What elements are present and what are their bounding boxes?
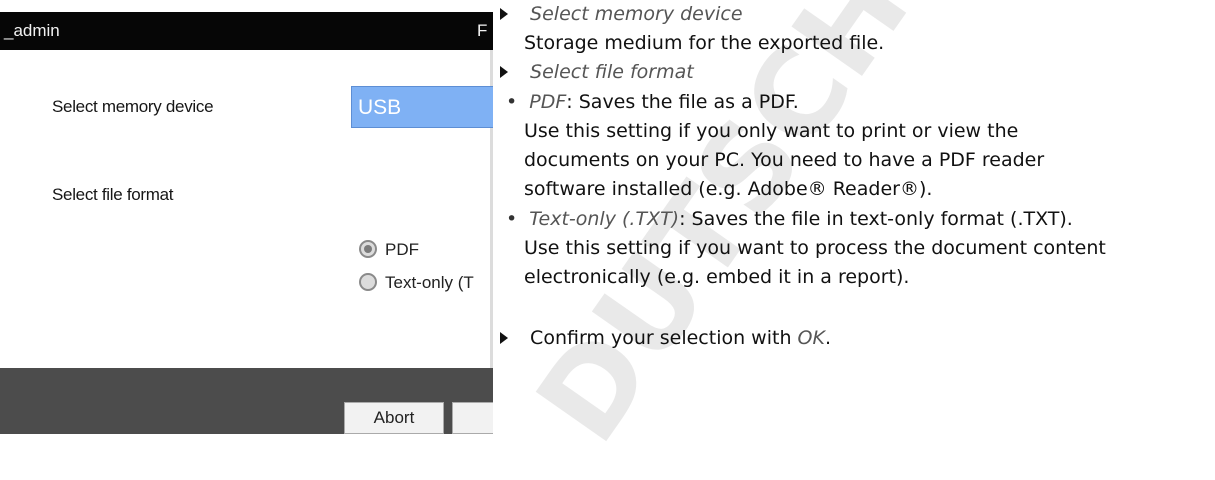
pdf-term: PDF: [529, 91, 567, 113]
step-confirm: Confirm your selection with OK.: [500, 324, 831, 354]
text-only-detail-line: electronically (e.g. embed it in a repor…: [524, 266, 910, 288]
window-title: _admin: [4, 21, 60, 40]
device-screenshot: _admin F Select memory device USB Select…: [0, 0, 493, 434]
text-only-radio-icon[interactable]: [359, 273, 377, 291]
confirm-suffix: .: [824, 327, 831, 349]
step-select-format: Select file format: [500, 58, 694, 88]
pdf-detail-line: Use this setting if you only want to pri…: [524, 120, 1019, 142]
step-select-memory: Select memory device: [500, 0, 743, 30]
pdf-description: : Saves the file as a PDF.: [566, 91, 799, 113]
text-only-bullet: • Text-only (.TXT): Saves the file in te…: [506, 205, 1073, 235]
text-only-term: Text-only (.TXT): [529, 208, 680, 230]
ok-button[interactable]: [452, 402, 493, 434]
bullet-dot-icon: •: [506, 208, 518, 230]
step-description: Storage medium for the exported file.: [524, 32, 885, 54]
confirm-ok: OK: [797, 327, 825, 349]
step-arrow-icon: [500, 8, 508, 20]
window-title-right: F: [477, 21, 488, 40]
step-title: Select file format: [530, 61, 694, 83]
text-only-option[interactable]: Text-only (T: [359, 273, 474, 293]
text-only-detail-line: Use this setting if you want to process …: [524, 237, 1106, 259]
memory-device-select[interactable]: USB: [351, 86, 493, 128]
pdf-option[interactable]: PDF: [359, 240, 419, 260]
file-format-label: Select file format: [52, 185, 174, 204]
manual-text: Select memory device Storage medium for …: [494, 0, 1215, 434]
text-only-description: : Saves the file in text-only format (.T…: [679, 208, 1073, 230]
pdf-detail-line: documents on your PC. You need to have a…: [524, 149, 1045, 171]
text-only-option-label: Text-only (T: [385, 273, 474, 292]
window-titlebar: _admin F: [0, 12, 493, 50]
bullet-dot-icon: •: [506, 91, 518, 113]
pdf-bullet: • PDF: Saves the file as a PDF.: [506, 88, 799, 118]
step-title: Select memory device: [530, 3, 743, 25]
memory-device-label: Select memory device: [52, 97, 214, 116]
dialog-footer: Abort: [0, 368, 493, 434]
pdf-option-label: PDF: [385, 240, 419, 259]
step-arrow-icon: [500, 332, 508, 344]
memory-device-value: USB: [358, 96, 402, 119]
pdf-detail-line: software installed (e.g. Adobe® Reader®)…: [524, 178, 933, 200]
confirm-text: Confirm your selection with: [530, 327, 798, 349]
step-arrow-icon: [500, 66, 508, 78]
abort-button[interactable]: Abort: [344, 402, 444, 434]
pdf-radio-icon[interactable]: [359, 240, 377, 258]
